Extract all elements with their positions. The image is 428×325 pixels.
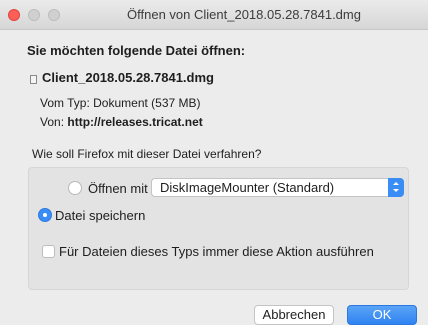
- open-with-app-value: DiskImageMounter (Standard): [160, 180, 335, 195]
- file-source: Von: http://releases.tricat.net: [40, 115, 203, 129]
- open-with-app-select[interactable]: DiskImageMounter (Standard): [151, 178, 404, 197]
- download-dialog-window: Öffnen von Client_2018.05.28.7841.dmg Si…: [0, 0, 428, 325]
- always-action-label[interactable]: Für Dateien dieses Typs immer diese Akti…: [59, 244, 374, 259]
- minimize-window-button[interactable]: [28, 9, 40, 21]
- file-name: Client_2018.05.28.7841.dmg: [42, 70, 214, 85]
- source-label: Von:: [40, 115, 65, 129]
- open-with-label[interactable]: Öffnen mit: [88, 181, 148, 196]
- source-url: http://releases.tricat.net: [67, 115, 203, 129]
- file-type: Vom Typ: Dokument (537 MB): [40, 96, 201, 110]
- open-with-radio[interactable]: [68, 181, 82, 195]
- chevron-updown-icon[interactable]: [388, 178, 404, 197]
- action-question: Wie soll Firefox mit dieser Datei verfah…: [32, 147, 262, 161]
- cancel-button[interactable]: Abbrechen: [254, 305, 334, 325]
- save-file-label[interactable]: Datei speichern: [55, 208, 145, 223]
- window-title: Öffnen von Client_2018.05.28.7841.dmg: [127, 7, 361, 22]
- title-bar[interactable]: Öffnen von Client_2018.05.28.7841.dmg: [0, 0, 428, 30]
- document-icon: [30, 75, 37, 84]
- save-file-radio[interactable]: [38, 208, 52, 222]
- dialog-heading: Sie möchten folgende Datei öffnen:: [27, 43, 246, 58]
- close-window-button[interactable]: [8, 9, 20, 21]
- always-action-checkbox[interactable]: [42, 245, 55, 258]
- zoom-window-button[interactable]: [48, 9, 60, 21]
- ok-button[interactable]: OK: [347, 305, 417, 325]
